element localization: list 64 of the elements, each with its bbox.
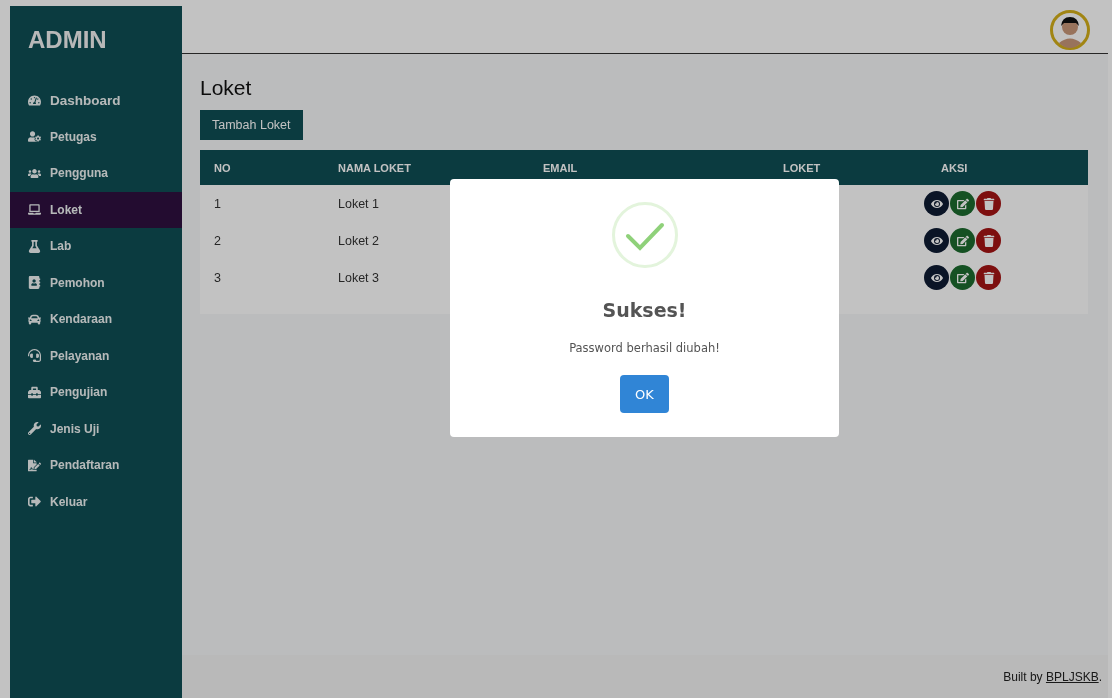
delete-button[interactable]: [976, 265, 1001, 290]
view-button[interactable]: [924, 265, 949, 290]
table-cell-text: Loket 1: [337, 196, 380, 211]
edit-icon: [956, 234, 969, 247]
sidebar-item[interactable]: Pelayanan: [10, 337, 182, 374]
check-icon: [610, 201, 679, 269]
edit-button[interactable]: [950, 228, 975, 253]
sidebar-item[interactable]: Pengguna: [10, 155, 182, 192]
ok-button[interactable]: OK: [620, 375, 669, 413]
eye-icon: [930, 271, 943, 284]
gauge-icon: [28, 93, 41, 107]
avatar-icon[interactable]: [1050, 9, 1090, 50]
column-header: NAMA LOKET: [337, 161, 412, 174]
users-icon: [28, 166, 41, 180]
flask-icon: [28, 239, 41, 253]
edit-icon: [956, 197, 969, 210]
user-gear-icon: [28, 130, 41, 144]
table-cell-text: 3: [213, 270, 222, 285]
footer-text: Built by: [1003, 669, 1044, 684]
eye-icon: [930, 234, 943, 247]
eye-icon: [930, 197, 943, 210]
column-header: LOKET: [782, 161, 822, 174]
footer-text: .: [1098, 669, 1102, 684]
edit-button[interactable]: [950, 265, 975, 290]
delete-button[interactable]: [976, 228, 1001, 253]
table-cell-text: 2: [213, 233, 222, 248]
address-book-icon: [28, 276, 41, 290]
sidebar-item[interactable]: Pengujian: [10, 374, 182, 411]
footer-link[interactable]: BPLJSKB: [1045, 669, 1099, 684]
laptop-icon: [28, 203, 41, 217]
dialog-title: Sukses!: [602, 299, 687, 321]
headset-icon: [28, 349, 41, 363]
toolbox-icon: [28, 385, 41, 399]
view-button[interactable]: [924, 191, 949, 216]
sidebar-item[interactable]: Pemohon: [10, 264, 182, 301]
sidebar-item[interactable]: Petugas: [10, 118, 182, 155]
column-header: NO: [213, 161, 232, 174]
wrench-icon: [28, 422, 41, 436]
trash-icon: [982, 234, 995, 247]
sidebar-item[interactable]: Pendaftaran: [10, 447, 182, 484]
table-cell-text: Loket 3: [337, 270, 380, 285]
sidebar-item[interactable]: Dashboard: [10, 82, 182, 119]
edit-button[interactable]: [950, 191, 975, 216]
column-header: EMAIL: [542, 161, 579, 174]
sign-out-icon: [28, 495, 41, 509]
sidebar-item[interactable]: Lab: [10, 228, 182, 265]
table-cell-text: 1: [213, 196, 222, 211]
signature-icon: [28, 458, 41, 472]
sidebar-item[interactable]: Loket: [10, 191, 182, 228]
table-cell-text: Loket 2: [337, 233, 380, 248]
trash-icon: [982, 271, 995, 284]
edit-icon: [956, 271, 969, 284]
sidebar-item[interactable]: Keluar: [10, 483, 182, 520]
sidebar-item[interactable]: Jenis Uji: [10, 410, 182, 447]
trash-icon: [982, 197, 995, 210]
add-button[interactable]: Tambah Loket: [200, 110, 303, 140]
view-button[interactable]: [924, 228, 949, 253]
delete-button[interactable]: [976, 191, 1001, 216]
column-header: AKSI: [940, 161, 969, 174]
page-title: Loket: [200, 76, 253, 100]
brand-title: ADMIN: [27, 25, 108, 55]
car-icon: [28, 312, 41, 326]
dialog-message: Password berhasil diubah!: [569, 341, 720, 355]
sidebar-item[interactable]: Kendaraan: [10, 301, 182, 338]
